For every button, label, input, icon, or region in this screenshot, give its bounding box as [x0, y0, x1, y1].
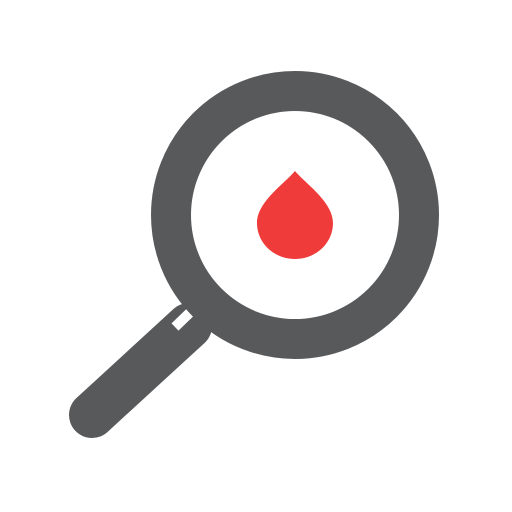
magnifier-blood-drop-icon — [0, 0, 512, 512]
app-icon-canvas — [0, 0, 512, 512]
